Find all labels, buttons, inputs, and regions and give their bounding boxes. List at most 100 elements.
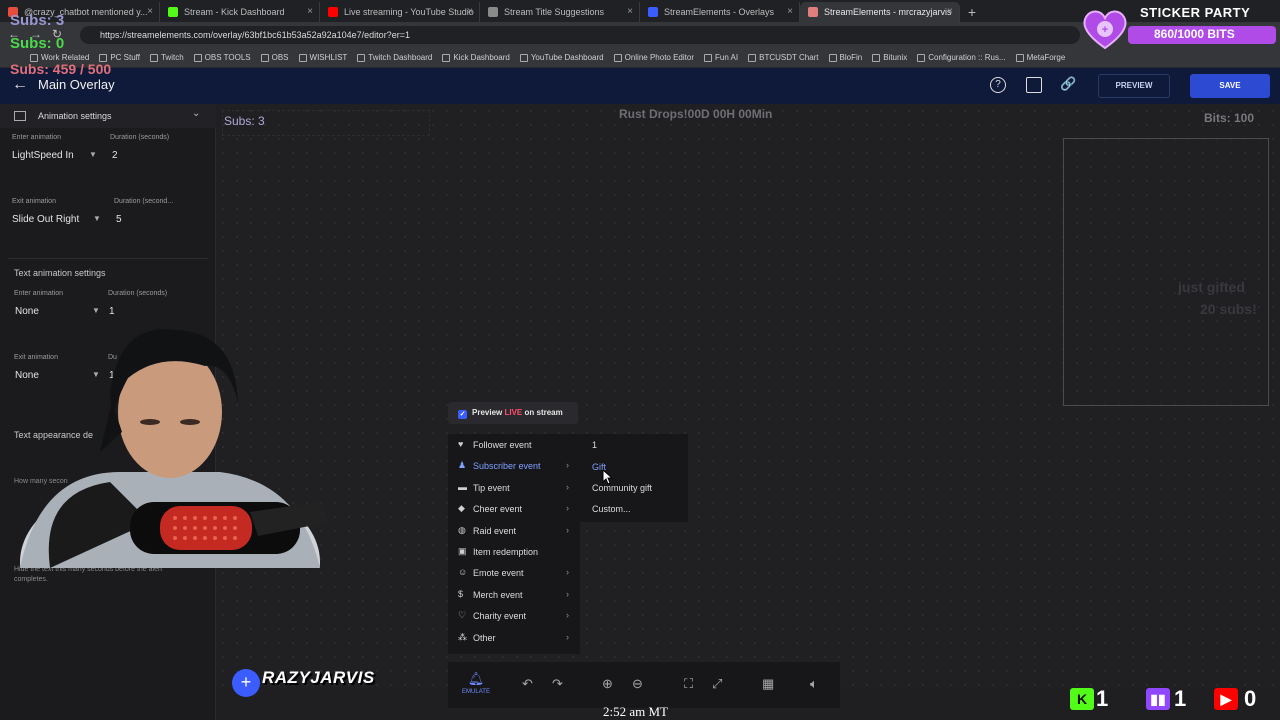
streamelements-icon [808, 7, 818, 17]
bookmark-item[interactable]: Twitch [149, 53, 184, 62]
submenu-item[interactable]: Community gift [592, 483, 652, 493]
preview-button[interactable]: PREVIEW [1098, 74, 1170, 98]
folder-icon [193, 53, 202, 62]
fullscreen-icon[interactable]: ⛶ [684, 676, 693, 692]
close-tab-icon[interactable]: × [787, 2, 793, 22]
undo-icon[interactable]: ↶ [522, 676, 533, 692]
bookmark-label: Bitunix [883, 53, 908, 62]
bits-widget-label[interactable]: Bits: 100 [1204, 111, 1254, 125]
url-field[interactable]: https://streamelements.com/overlay/63bf1… [80, 26, 1080, 44]
bookmark-item[interactable]: Kick Dashboard [442, 53, 510, 62]
browser-tab[interactable]: Stream Title Suggestions × [480, 2, 640, 22]
bookmark-item[interactable]: Fun AI [703, 53, 738, 62]
dropdown-caret-icon[interactable]: ▼ [92, 306, 100, 315]
bookmark-item[interactable]: BloFin [828, 53, 862, 62]
folder-icon [357, 53, 366, 62]
menu-item[interactable]: ▬ Tip event › [448, 478, 580, 499]
browser-tab[interactable]: StreamElements - mrcrazyjarvis × [800, 2, 960, 22]
close-tab-icon[interactable]: × [307, 2, 313, 22]
bookmark-label: BTCUSDT Chart [759, 53, 819, 62]
submenu-item[interactable]: 1 [592, 440, 597, 450]
menu-item[interactable]: ♡ Charity event › [448, 606, 580, 627]
folder-icon [917, 53, 926, 62]
help-icon[interactable]: ? [990, 77, 1006, 93]
enter-duration-input[interactable]: 2 [112, 150, 118, 161]
bookmark-item[interactable]: YouTube Dashboard [519, 53, 604, 62]
menu-item[interactable]: ♥ Follower event [448, 435, 580, 456]
browser-tab[interactable]: StreamElements - Overlays × [640, 2, 800, 22]
menu-item[interactable]: ◆ Cheer event › [448, 499, 580, 520]
menu-item-label: Cheer event [473, 504, 523, 515]
exit-animation-select[interactable]: Slide Out Right [12, 214, 79, 225]
image-icon[interactable] [1026, 77, 1042, 93]
menu-item-label: Merch event [473, 589, 523, 600]
bookmark-item[interactable]: Online Photo Editor [613, 53, 694, 62]
zoom-out-icon[interactable]: ⊖ [632, 676, 643, 692]
overlay-subs-count: Subs: 3 [10, 12, 65, 29]
bookmark-item[interactable]: MetaForge [1015, 53, 1066, 62]
menu-item[interactable]: ☺ Emote event › [448, 563, 580, 584]
menu-item[interactable]: ◍ Raid event › [448, 521, 580, 542]
link-icon[interactable]: 🔗 [1060, 77, 1076, 93]
volume-icon[interactable]: 🔈︎ [810, 676, 818, 692]
save-button[interactable]: SAVE [1190, 74, 1270, 98]
bookmark-item[interactable]: OBS [260, 53, 289, 62]
bookmark-item[interactable]: WISHLIST [298, 53, 347, 62]
dollar-icon: $ [458, 588, 464, 599]
tab-title: Stream - Kick Dashboard [184, 7, 285, 17]
chevron-down-icon[interactable]: ⌄ [192, 108, 200, 119]
back-arrow-icon[interactable]: ← [12, 76, 28, 94]
alert-preview-text: just gifted 20 subs! [1178, 276, 1257, 320]
browser-tab[interactable]: Live streaming - YouTube Studio × [320, 2, 480, 22]
alert-box-widget[interactable] [1063, 138, 1269, 406]
chatgpt-icon [488, 7, 498, 17]
submenu-item[interactable]: Custom... [592, 504, 631, 514]
preview-live-toggle[interactable]: ✓ Preview LIVE on stream [448, 402, 578, 424]
dropdown-caret-icon[interactable]: ▼ [89, 150, 97, 159]
add-widget-button[interactable]: + [232, 669, 260, 697]
svg-text:+: + [1102, 24, 1108, 36]
preview-suffix: on stream [524, 408, 563, 417]
bookmark-item[interactable]: OBS TOOLS [193, 53, 251, 62]
bookmark-item[interactable]: Twitch Dashboard [357, 53, 432, 62]
countdown-widget[interactable]: Rust Drops!00D 00H 00Min [619, 107, 772, 121]
tab-title: Stream Title Suggestions [504, 7, 605, 17]
text-enter-duration-input[interactable]: 1 [109, 306, 115, 317]
new-tab-icon[interactable]: + [960, 2, 984, 22]
text-enter-animation-select[interactable]: None [15, 306, 39, 317]
close-tab-icon[interactable]: × [627, 2, 633, 22]
enter-animation-select[interactable]: LightSpeed In [12, 150, 74, 161]
subs-widget-label[interactable]: Subs: 3 [224, 114, 265, 128]
browser-tab[interactable]: Stream - Kick Dashboard × [160, 2, 320, 22]
exit-duration-input[interactable]: 5 [116, 214, 122, 225]
grid-icon[interactable]: ▦ [762, 676, 774, 692]
bookmark-label: MetaForge [1026, 53, 1066, 62]
overlay-canvas[interactable]: Subs: 3 Rust Drops!00D 00H 00Min Bits: 1… [216, 104, 1280, 688]
folder-icon [149, 53, 158, 62]
menu-item[interactable]: ▣ Item redemption [448, 542, 580, 563]
checkbox-checked-icon[interactable]: ✓ [458, 410, 467, 419]
dropdown-caret-icon[interactable]: ▼ [93, 214, 101, 223]
menu-item[interactable]: ♟ Subscriber event › [448, 456, 580, 477]
zoom-in-icon[interactable]: ⊕ [602, 676, 613, 692]
animation-settings-header[interactable]: Animation settings ⌄ [0, 104, 216, 128]
close-tab-icon[interactable]: × [147, 2, 153, 22]
emulate-button[interactable]: 🔔︎ EMULATE [456, 670, 496, 695]
chevron-right-icon: › [566, 631, 569, 642]
redo-icon[interactable]: ↷ [552, 676, 563, 692]
folder-icon [1015, 53, 1024, 62]
bookmark-item[interactable]: Bitunix [872, 53, 907, 62]
menu-item[interactable]: $ Merch event › [448, 585, 580, 606]
fit-screen-icon[interactable]: ⤢ [712, 676, 722, 692]
close-tab-icon[interactable]: × [947, 2, 953, 22]
other-icon: ⁂ [458, 631, 467, 642]
close-tab-icon[interactable]: × [467, 2, 473, 22]
bookmark-item[interactable]: BTCUSDT Chart [748, 53, 819, 62]
menu-item[interactable]: ⁂ Other › [448, 628, 580, 649]
menu-item-label: Item redemption [473, 547, 539, 557]
folder-icon [442, 53, 451, 62]
bookmark-item[interactable]: Configuration :: Rus... [917, 53, 1006, 62]
animation-settings-label: Animation settings [38, 111, 112, 121]
menu-item-label: Charity event [473, 611, 527, 622]
heart-icon: + [1083, 10, 1127, 50]
